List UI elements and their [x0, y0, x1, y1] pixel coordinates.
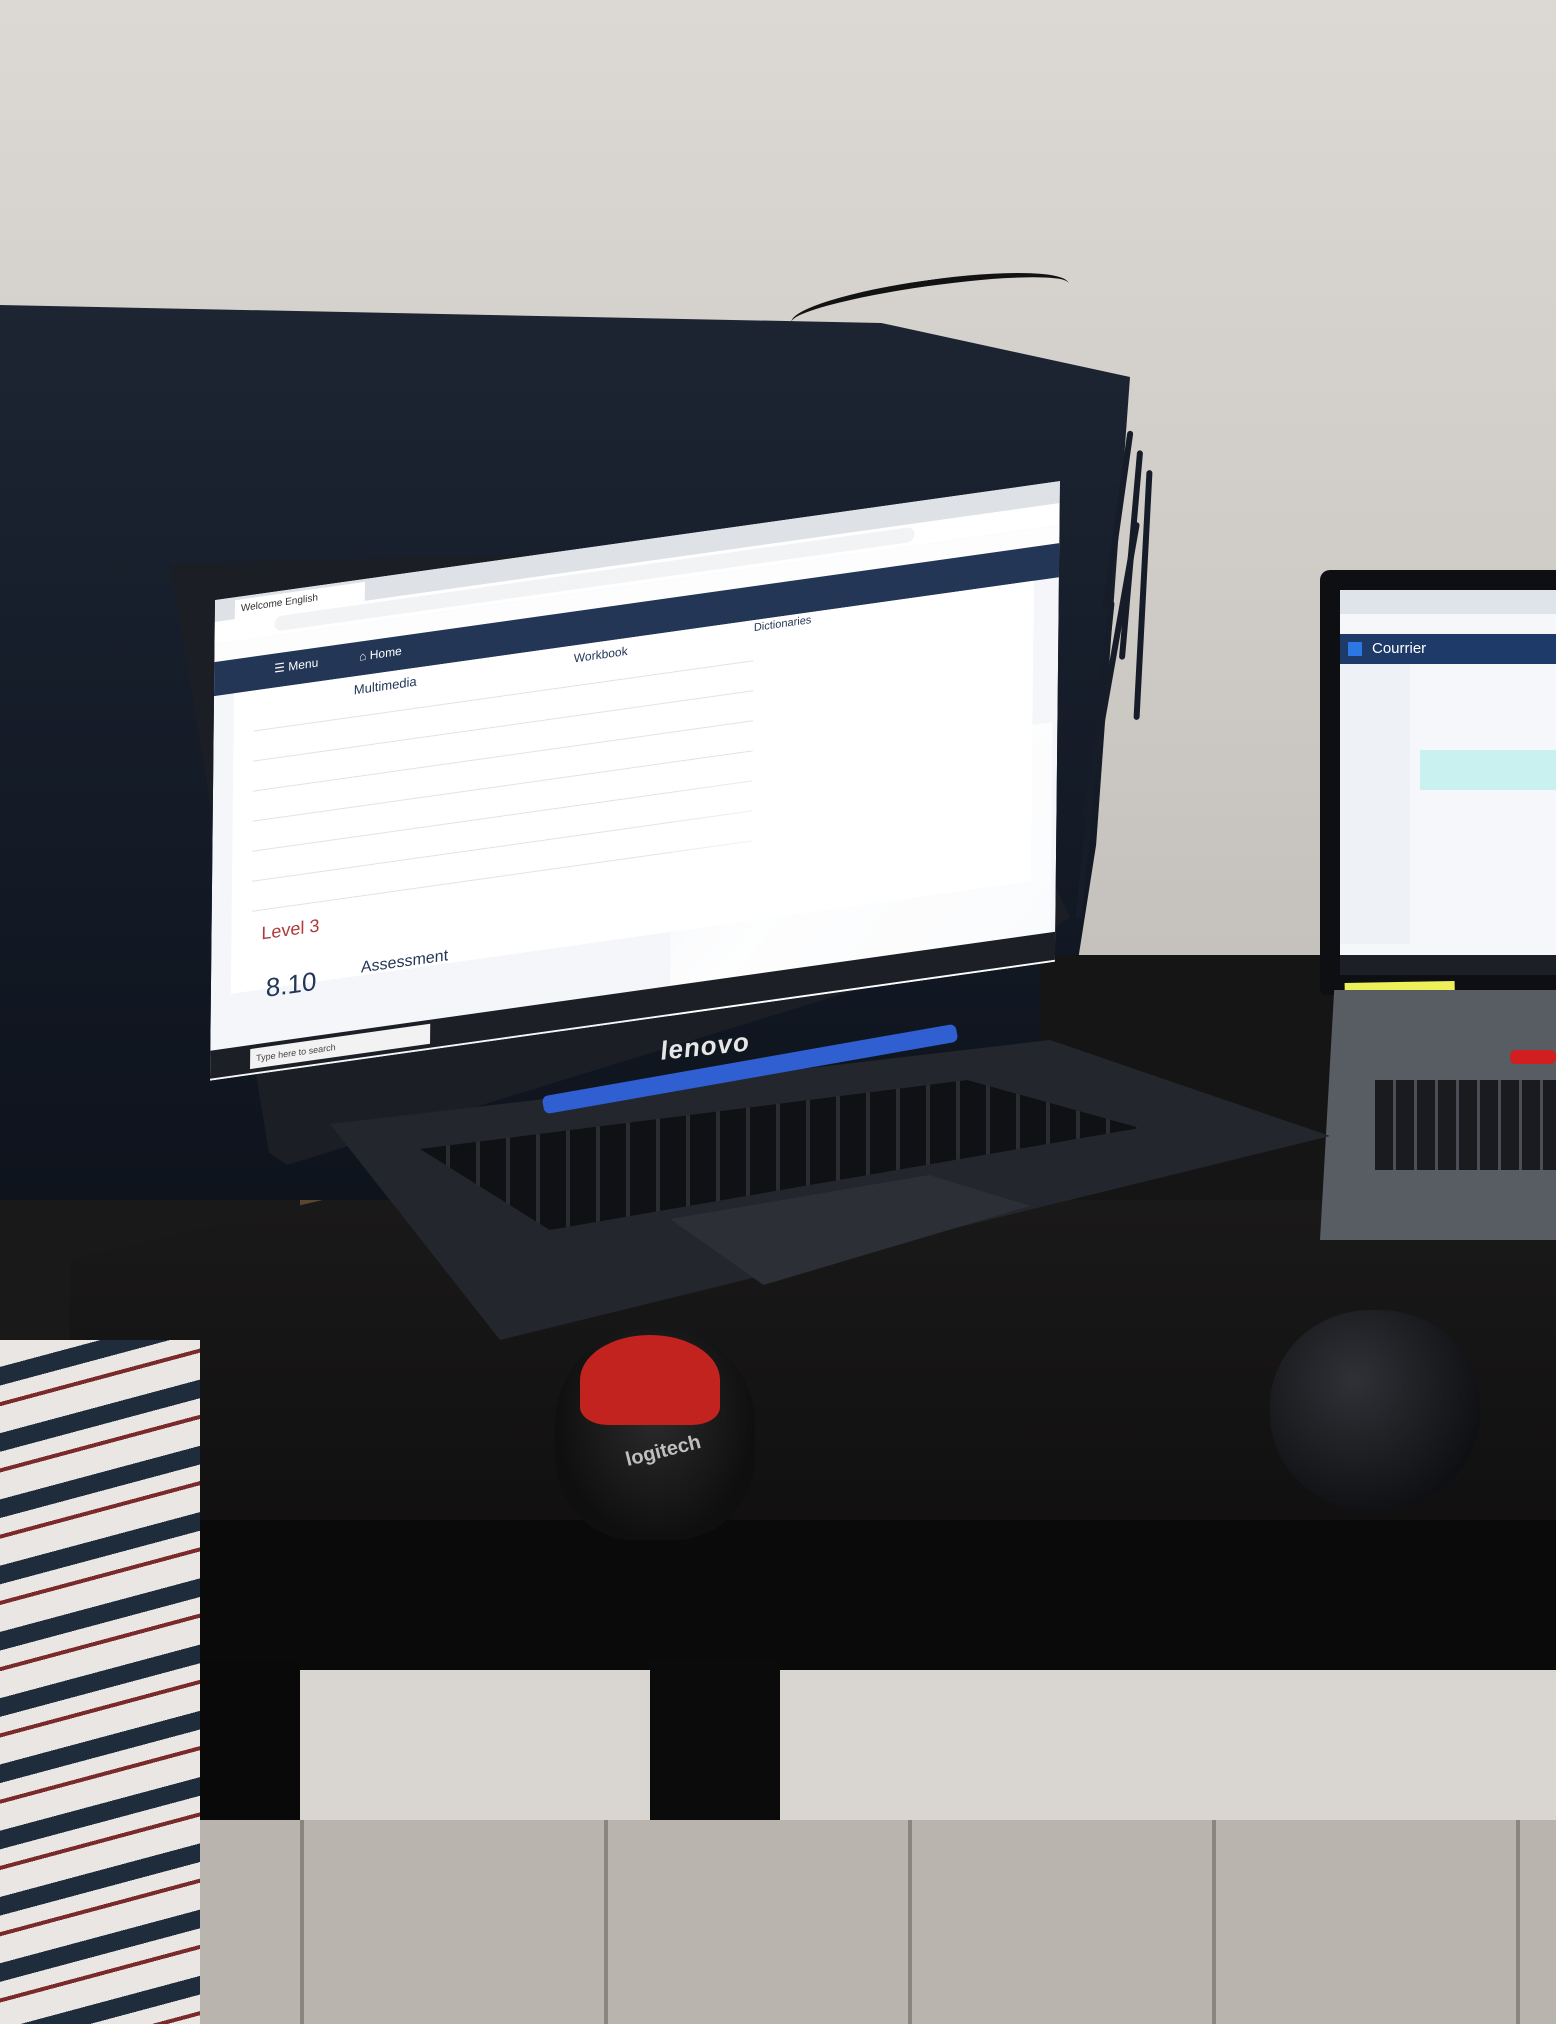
- tiled-floor: [0, 1820, 1556, 2024]
- mouse-red-top: [580, 1335, 720, 1425]
- desk-edge: [70, 1520, 1556, 1670]
- menu-button[interactable]: ☰ Menu: [274, 655, 318, 675]
- app-launcher-icon[interactable]: [1348, 642, 1362, 656]
- score-value: 8.10: [265, 965, 317, 1003]
- wireless-mouse-right: [1270, 1310, 1480, 1510]
- tab-workbook[interactable]: Workbook: [574, 644, 628, 666]
- red-pen: [1510, 1050, 1556, 1064]
- right-laptop-keyboard: [1375, 1080, 1556, 1170]
- home-button[interactable]: ⌂ Home: [359, 644, 402, 664]
- right-laptop-screen: Courrier: [1340, 590, 1556, 975]
- browser-tab-bar[interactable]: [1340, 590, 1556, 614]
- mail-app-header: Courrier: [1340, 634, 1556, 664]
- mail-folder-sidebar[interactable]: [1340, 664, 1410, 944]
- selected-message-preview[interactable]: [1420, 750, 1556, 790]
- app-title: Courrier: [1372, 640, 1427, 657]
- striped-towel: [0, 1340, 200, 2024]
- tab-multimedia[interactable]: Multimedia: [354, 674, 417, 698]
- windows-taskbar: [1340, 955, 1556, 975]
